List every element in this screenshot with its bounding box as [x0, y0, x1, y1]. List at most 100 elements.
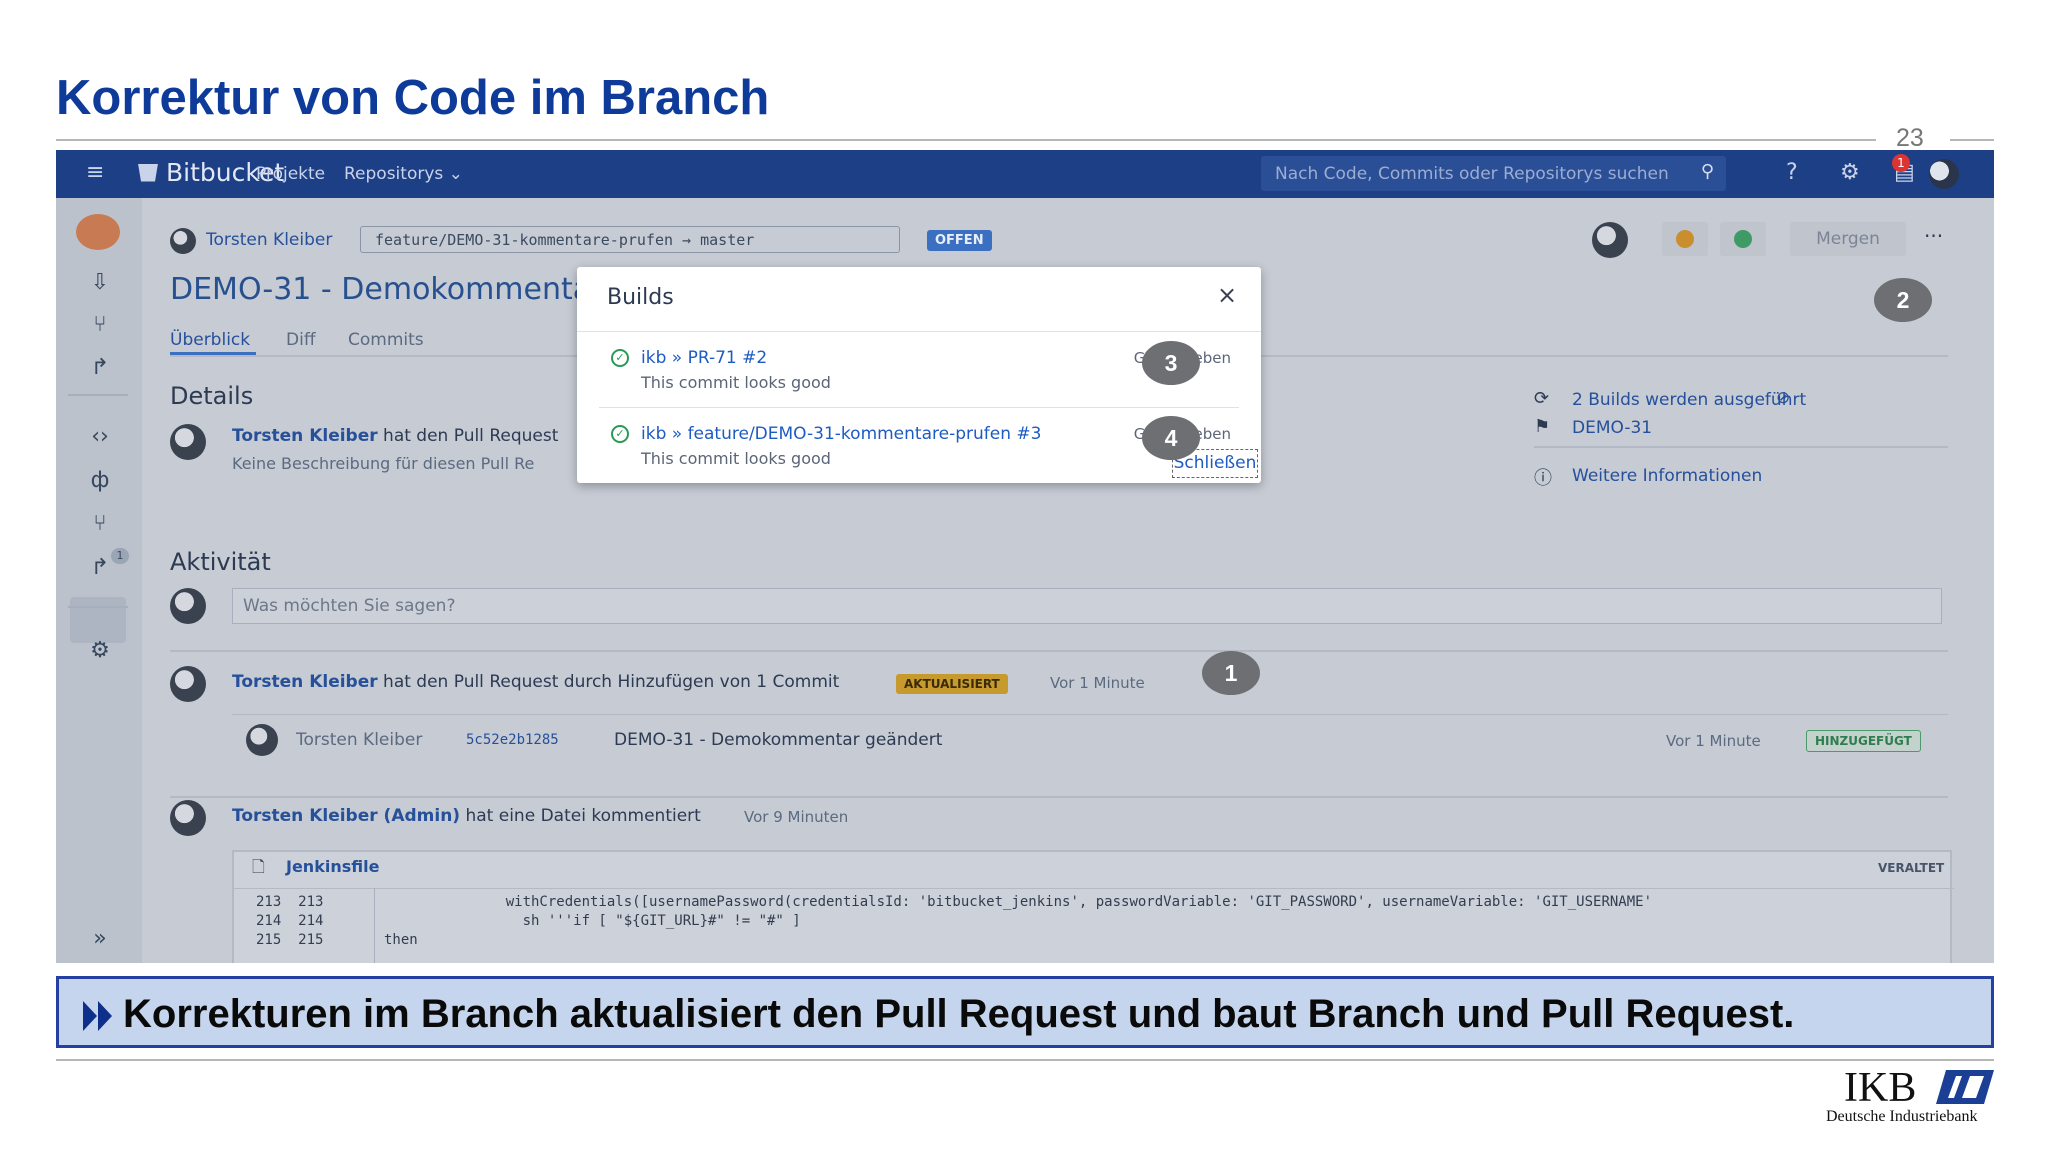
file-comment-author[interactable]: Torsten Kleiber (Admin) [232, 806, 460, 826]
chevron-down-icon: ⌄ [448, 164, 463, 184]
success-check-icon: ✓ [611, 349, 629, 367]
create-branch-icon[interactable]: ⑂ [82, 312, 118, 342]
builds-running-link[interactable]: 2 Builds werden ausgeführt [1572, 390, 1806, 410]
build-status-1: This commit looks good [641, 373, 831, 392]
gear-icon[interactable]: ⚙ [1840, 160, 1860, 185]
update-author[interactable]: Torsten Kleiber [232, 672, 378, 692]
nav-projects[interactable]: Projekte [256, 164, 325, 184]
diff-line-213: 213 213 [256, 894, 324, 910]
pr-state-badge: OFFEN [927, 230, 992, 251]
dialog-divider [577, 331, 1261, 332]
footer-divider [56, 1059, 1994, 1061]
approve-check-icon [1734, 230, 1752, 248]
merge-button[interactable]: Mergen [1790, 222, 1906, 256]
updated-badge: AKTUALISIERT [896, 674, 1008, 694]
source-branch[interactable]: feature/DEMO-31-kommentare-prufen [375, 231, 673, 249]
diff-line-215: 215 215 [256, 932, 324, 948]
commit-author-avatar [246, 724, 278, 756]
details-author[interactable]: Torsten Kleiber [232, 426, 378, 446]
commits-icon[interactable]: ф [82, 468, 118, 498]
top-navigation-bar: ≡ Bitbucket Projekte Repositorys ⌄ Nach … [56, 150, 1994, 198]
panel-divider [1534, 446, 1948, 448]
source-icon[interactable]: ‹› [82, 424, 118, 454]
details-action: hat den Pull Request [383, 426, 559, 446]
activity-divider [170, 650, 1948, 652]
branches-icon[interactable]: ⑂ [82, 511, 118, 541]
sidebar-selected-bg [70, 597, 126, 643]
diff-line-214: 214 214 [256, 913, 324, 929]
gutter-divider [374, 888, 375, 963]
pull-requests-badge: 1 [111, 548, 129, 564]
hamburger-menu-icon[interactable]: ≡ [86, 160, 104, 185]
details-description: Keine Beschreibung für diesen Pull Re [232, 454, 535, 473]
jira-issue-icon: ⚑ [1534, 416, 1551, 437]
commit-divider [232, 714, 1948, 715]
double-arrow-icon [83, 1001, 112, 1031]
update-time: Vor 1 Minute [1050, 674, 1145, 692]
project-avatar[interactable] [76, 214, 120, 250]
file-comment-avatar [170, 800, 206, 836]
build-link-1[interactable]: ikb » PR-71 #2 [641, 348, 767, 368]
close-icon[interactable]: × [1217, 281, 1237, 309]
info-icon: ⓘ [1534, 468, 1552, 489]
update-author-avatar [170, 666, 206, 702]
page-number: 23 [1896, 124, 1924, 152]
search-input[interactable]: Nach Code, Commits oder Repositorys such… [1261, 156, 1726, 191]
create-pull-request-icon[interactable]: ↱ [82, 355, 118, 385]
commit-hash[interactable]: 5c52e2b1285 [466, 732, 559, 748]
more-actions-button[interactable]: ··· [1924, 224, 1943, 248]
more-info-link[interactable]: Weitere Informationen [1572, 466, 1762, 486]
branch-path: feature/DEMO-31-kommentare-prufen → mast… [360, 226, 900, 253]
title-divider-right [1950, 139, 1994, 141]
details-author-line: Torsten Kleiber hat den Pull Request [232, 426, 558, 446]
outdated-badge: VERALTET [1878, 861, 1945, 875]
added-badge: HINZUGEFÜGT [1806, 730, 1921, 752]
pr-author[interactable]: Torsten Kleiber [206, 230, 332, 250]
file-diff-box: 🗋 Jenkinsfile VERALTET 213 213 withCrede… [232, 850, 1954, 963]
file-comment-time: Vor 9 Minuten [744, 808, 849, 826]
details-author-avatar [170, 424, 206, 460]
bitbucket-screenshot: ≡ Bitbucket Projekte Repositorys ⌄ Nach … [56, 150, 1994, 963]
bitbucket-bucket-icon [138, 163, 158, 182]
arrow-right-icon: → [682, 231, 701, 249]
builds-running-icon: ⟳ [1534, 388, 1550, 409]
update-line: Torsten Kleiber hat den Pull Request dur… [232, 672, 839, 692]
update-action: hat den Pull Request durch Hinzufügen vo… [383, 672, 840, 692]
tab-overview[interactable]: Überblick [170, 330, 250, 350]
tab-diff[interactable]: Diff [286, 330, 316, 350]
ikb-logo-text: IKB [1844, 1065, 1917, 1111]
summary-callout: Korrekturen im Branch aktualisiert den P… [56, 976, 1994, 1048]
callout-marker-3: 3 [1142, 341, 1200, 385]
settings-gear-icon[interactable]: ⚙ [82, 638, 118, 668]
user-avatar[interactable] [1929, 159, 1959, 189]
target-branch[interactable]: master [700, 231, 754, 249]
file-name[interactable]: Jenkinsfile [286, 857, 379, 876]
activity-divider [170, 796, 1948, 798]
file-comment-line: Torsten Kleiber (Admin) hat eine Datei k… [232, 806, 701, 826]
build-status-2: This commit looks good [641, 449, 831, 468]
author-avatar [170, 228, 196, 254]
commit-time: Vor 1 Minute [1666, 732, 1761, 750]
commit-author: Torsten Kleiber [296, 730, 423, 750]
needs-work-icon [1676, 230, 1694, 248]
diff-code-215: then [384, 932, 418, 948]
notification-badge: 1 [1892, 154, 1910, 172]
build-status-icon: ⊘ [1776, 388, 1791, 408]
reviewer-avatar[interactable] [1592, 222, 1628, 258]
clone-icon[interactable]: ⇩ [82, 270, 118, 300]
approve-button[interactable] [1720, 222, 1766, 256]
callout-marker-2: 2 [1874, 278, 1932, 322]
sidebar-divider [68, 394, 128, 396]
help-icon[interactable]: ? [1786, 160, 1798, 185]
jira-issue-link[interactable]: DEMO-31 [1572, 418, 1652, 438]
comment-input[interactable]: Was möchten Sie sagen? [232, 588, 1942, 624]
commit-message: DEMO-31 - Demokommentar geändert [614, 730, 943, 750]
sidebar-divider [68, 606, 128, 608]
expand-sidebar-icon[interactable]: » [82, 926, 118, 956]
details-heading: Details [170, 382, 254, 410]
ikb-logo-subtitle: Deutsche Industriebank [1826, 1108, 1978, 1125]
activity-heading: Aktivität [170, 548, 271, 576]
nav-repositories[interactable]: Repositorys ⌄ [344, 164, 463, 184]
needs-work-button[interactable] [1662, 222, 1708, 256]
tab-commits[interactable]: Commits [348, 330, 424, 350]
